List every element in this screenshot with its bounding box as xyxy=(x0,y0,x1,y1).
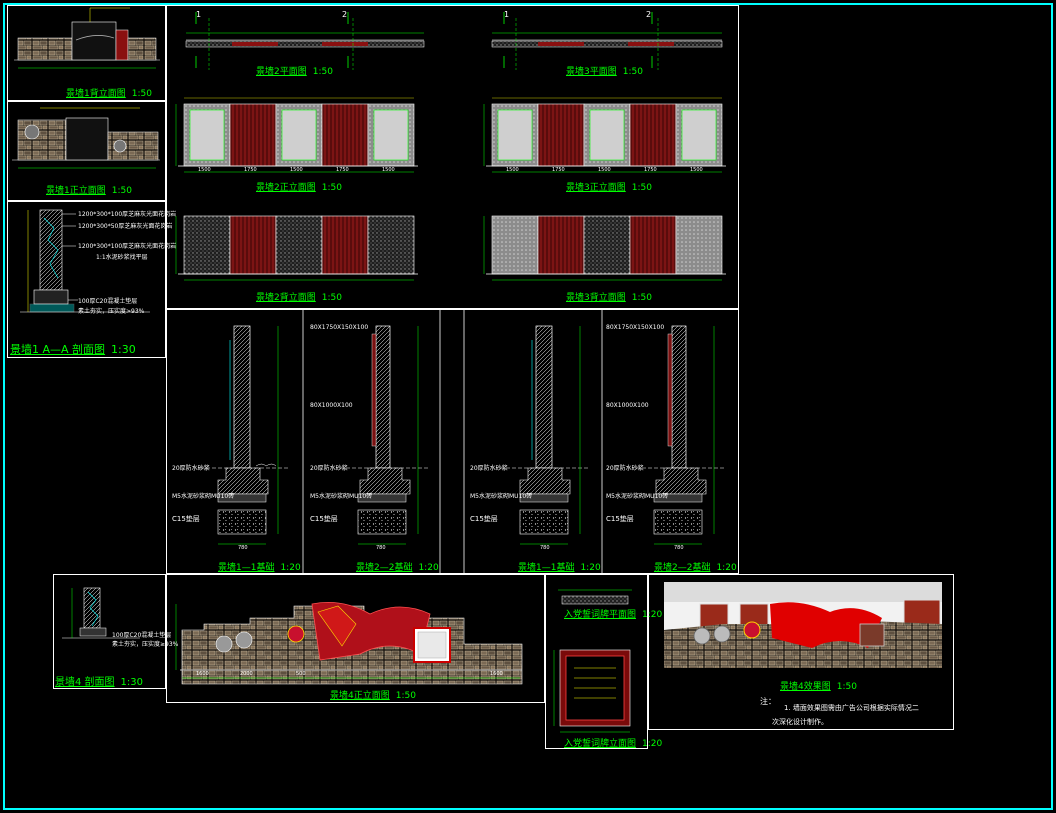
spec-base-a-1: 20厚防水砂浆 xyxy=(172,465,210,472)
dim-wall2-4: 1750 xyxy=(336,167,349,173)
title-wall3-back: 景墙3背立面图 1:50 xyxy=(566,293,652,303)
title-base-1: 景墙1—1基础 1:20 xyxy=(218,563,301,573)
marker-2-top-b: 2 xyxy=(646,10,652,19)
spec-base-f-2: 80X1000X100 xyxy=(310,402,353,409)
dim-wall3-3: 1500 xyxy=(598,167,611,173)
spec-base-b-4: M5水泥砂浆砌MU10砖 xyxy=(606,493,669,500)
spec-wall1-f: 素土夯实，压实度>93% xyxy=(78,308,145,315)
title-base-3: 景墙1—1基础 1:20 xyxy=(518,563,601,573)
title-base-2: 景墙2—2基础 1:20 xyxy=(356,563,439,573)
dim-base-3: 780 xyxy=(540,545,550,551)
render-note-1: 1. 墙面效果图需由广告公司根据实际情况二 xyxy=(784,704,919,712)
wall3-front-drawing xyxy=(483,97,726,173)
base-section-2 xyxy=(340,325,430,545)
wall1-back-drawing xyxy=(14,7,160,69)
gate-front-drawing xyxy=(553,649,631,733)
base-section-1 xyxy=(200,325,290,545)
spec-base-c-3: C15垫层 xyxy=(470,515,498,523)
dim-base-1: 780 xyxy=(238,545,248,551)
title-gate-plan: 入党誓词牌平面图 1:20 xyxy=(564,610,663,620)
base-section-4 xyxy=(636,325,726,545)
spec-base-c-1: C15垫层 xyxy=(172,515,200,523)
title-wall2-plan: 景墙2平面图 1:50 xyxy=(256,67,333,77)
base-section-3 xyxy=(500,325,590,545)
spec-wall1-b: 1200*300*50厚芝麻灰光面花岗岩 xyxy=(78,223,173,230)
title-wall3-plan: 景墙3平面图 1:50 xyxy=(566,67,643,77)
wall3-plan-drawing xyxy=(491,18,723,70)
spec-base-b-3: M5水泥砂浆砌MU10砖 xyxy=(470,493,533,500)
title-base-4: 景墙2—2基础 1:20 xyxy=(654,563,737,573)
dim-wall3-2: 1750 xyxy=(552,167,565,173)
wall1-front-drawing xyxy=(12,107,160,169)
render-note-label: 注： xyxy=(760,697,776,706)
dim-wall2-2: 1750 xyxy=(244,167,257,173)
spec-wall1-a: 1200*300*100厚芝麻灰光面花岗岩 xyxy=(78,211,177,218)
title-gate-front: 入党誓词牌立面图 1:20 xyxy=(564,739,663,749)
dim-wall2-1: 1500 xyxy=(198,167,211,173)
spec-wall1-c: 1200*300*100厚芝麻灰光面花岗岩 xyxy=(78,243,177,250)
title-wall1-section: 景墙1 A—A 剖面图 1:30 xyxy=(10,343,136,356)
spec-base-b-2: M5水泥砂浆砌MU10砖 xyxy=(310,493,373,500)
spec-base-e-4: 80X1750X150X100 xyxy=(606,324,665,331)
render-note-2: 次深化设计制作。 xyxy=(772,718,828,726)
spec-wall4-a: 100厚C20混凝土垫层 xyxy=(112,632,172,639)
dim-base-4: 780 xyxy=(674,545,684,551)
marker-1-top-b: 1 xyxy=(504,10,510,19)
spec-wall4-b: 素土夯实，压实度≥93% xyxy=(112,641,179,648)
wall4-front-drawing xyxy=(175,601,523,685)
spec-base-c-2: C15垫层 xyxy=(310,515,338,523)
dim-wall4-1: 1600 xyxy=(196,671,209,677)
title-wall4-render: 景墙4效果图 1:50 xyxy=(780,682,857,692)
dim-base-2: 780 xyxy=(376,545,386,551)
title-wall3-front: 景墙3正立面图 1:50 xyxy=(566,183,652,193)
spec-base-a-4: 20厚防水砂浆 xyxy=(606,465,644,472)
spec-wall1-e: 100厚C20混凝土垫层 xyxy=(78,298,138,305)
wall3-back-drawing xyxy=(483,215,726,281)
dim-wall4-2: 2000 xyxy=(240,671,253,677)
title-wall2-front: 景墙2正立面图 1:50 xyxy=(256,183,342,193)
dim-wall3-1: 1500 xyxy=(506,167,519,173)
spec-wall1-d: 1:1水泥砂浆找平层 xyxy=(96,254,148,261)
title-wall1-back: 景墙1背立面图 1:50 xyxy=(66,89,152,99)
spec-base-d-2: 80X1750X150X100 xyxy=(310,324,369,331)
dim-wall4-4: 1600 xyxy=(490,671,503,677)
title-wall4-front: 景墙4正立面图 1:50 xyxy=(330,691,416,701)
title-wall1-front: 景墙1正立面图 1:50 xyxy=(46,186,132,196)
wall2-back-drawing xyxy=(175,215,418,281)
dim-wall2-5: 1500 xyxy=(382,167,395,173)
spec-base-c-4: C15垫层 xyxy=(606,515,634,523)
marker-2-top-a: 2 xyxy=(342,10,348,19)
spec-base-a-3: 20厚防水砂浆 xyxy=(470,465,508,472)
title-wall2-back: 景墙2背立面图 1:50 xyxy=(256,293,342,303)
marker-1-top-a: 1 xyxy=(196,10,202,19)
wall4-render-image xyxy=(664,582,942,668)
drawing-canvas xyxy=(12,7,942,733)
wall2-plan-drawing xyxy=(185,18,425,70)
dim-wall2-3: 1500 xyxy=(290,167,303,173)
spec-base-a-2: 20厚防水砂浆 xyxy=(310,465,348,472)
dim-wall3-5: 1500 xyxy=(690,167,703,173)
dim-wall3-4: 1750 xyxy=(644,167,657,173)
spec-base-g-4: 80X1000X100 xyxy=(606,402,649,409)
dim-wall4-3: 500 xyxy=(296,671,306,677)
spec-base-b-1: M5水泥砂浆砌MU10砖 xyxy=(172,493,235,500)
gate-plan-drawing xyxy=(558,589,632,605)
title-wall4-section: 景墙4 剖面图 1:30 xyxy=(55,677,144,688)
wall2-front-drawing xyxy=(175,97,418,173)
